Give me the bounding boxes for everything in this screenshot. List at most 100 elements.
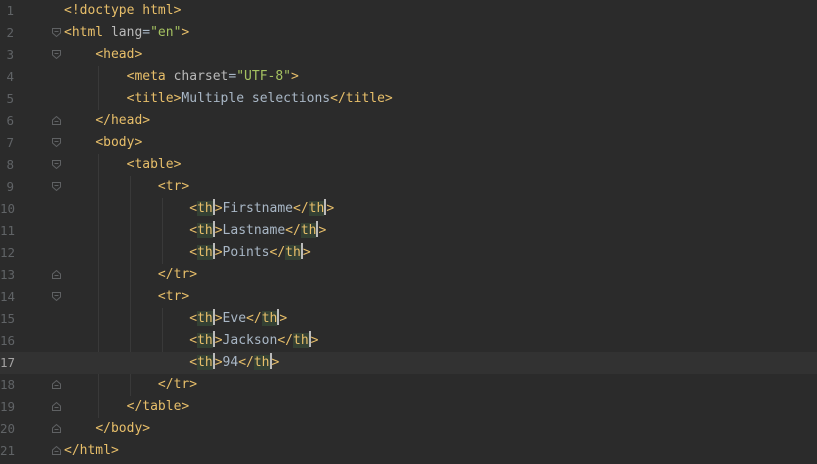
code-token: >: [214, 201, 223, 216]
code-line[interactable]: 6 </head>: [0, 110, 817, 132]
code-line[interactable]: 12 <th >Points</th >: [0, 242, 817, 264]
code-text[interactable]: </head>: [64, 110, 150, 132]
code-editor[interactable]: 1 <!doctype html> 2 <html lang="en"> 3 <head…: [0, 0, 817, 464]
code-line[interactable]: 19 </table>: [0, 396, 817, 418]
code-token: Multiple selections: [181, 91, 331, 106]
code-token: >: [181, 25, 190, 40]
code-line[interactable]: 16 <th >Jackson</th >: [0, 330, 817, 352]
code-token: <title>: [126, 91, 182, 106]
line-number: 10: [0, 201, 16, 216]
fold-marker-icon[interactable]: [52, 182, 61, 191]
code-line[interactable]: 5 <title>Multiple selections</title>: [0, 88, 817, 110]
code-token: >: [214, 355, 223, 370]
selection-highlight: th: [300, 223, 317, 238]
code-token: Jackson: [222, 333, 278, 348]
code-token: <tr>: [157, 289, 190, 304]
fold-marker-icon[interactable]: [52, 160, 61, 169]
line-number: 6: [6, 113, 14, 128]
code-line[interactable]: 21 </html>: [0, 440, 817, 462]
code-token: </head>: [95, 113, 151, 128]
code-text[interactable]: </html>: [64, 440, 119, 462]
line-number: 8: [6, 157, 14, 172]
code-token: <: [189, 311, 198, 326]
code-token: <head>: [95, 47, 143, 62]
fold-marker-icon[interactable]: [52, 292, 61, 301]
code-text[interactable]: <th >Firstname</th >: [64, 198, 334, 220]
code-token: <: [189, 355, 198, 370]
code-text[interactable]: <th >Points</th >: [64, 242, 311, 264]
code-line[interactable]: 10 <th >Firstname</th >: [0, 198, 817, 220]
code-token: Firstname: [222, 201, 293, 216]
line-number: 18: [0, 377, 16, 392]
line-number: 9: [6, 179, 14, 194]
code-line[interactable]: 7 <body>: [0, 132, 817, 154]
code-text[interactable]: </body>: [64, 418, 150, 440]
line-number: 5: [6, 91, 14, 106]
code-text[interactable]: <head>: [64, 44, 142, 66]
code-token: </table>: [126, 399, 190, 414]
fold-marker-icon[interactable]: [52, 138, 61, 147]
code-line[interactable]: 3 <head>: [0, 44, 817, 66]
selection-highlight: th: [197, 201, 213, 216]
code-token: </: [285, 223, 301, 238]
code-text[interactable]: <html lang="en">: [64, 22, 189, 44]
code-token: <: [189, 333, 198, 348]
code-token: 94: [222, 355, 239, 370]
code-line[interactable]: 4 <meta charset="UTF-8">: [0, 66, 817, 88]
fold-marker-icon[interactable]: [52, 402, 61, 411]
code-text[interactable]: <title>Multiple selections</title>: [64, 88, 393, 110]
code-line[interactable]: 15 <th >Eve</th >: [0, 308, 817, 330]
code-line[interactable]: 20 </body>: [0, 418, 817, 440]
fold-marker-icon[interactable]: [52, 116, 61, 125]
code-text[interactable]: <tr>: [64, 286, 189, 308]
code-token: >: [214, 223, 223, 238]
fold-marker-icon[interactable]: [52, 446, 61, 455]
code-line[interactable]: 17 <th >94</th >: [0, 352, 817, 374]
code-text[interactable]: <th >Jackson</th >: [64, 330, 318, 352]
code-token: lang: [110, 25, 143, 40]
code-token: Points: [222, 245, 270, 260]
code-text[interactable]: <th >Lastname</th >: [64, 220, 326, 242]
fold-marker-icon[interactable]: [52, 424, 61, 433]
fold-marker-icon[interactable]: [52, 270, 61, 279]
code-line[interactable]: 13 </tr>: [0, 264, 817, 286]
code-text[interactable]: </tr>: [64, 374, 197, 396]
line-number: 2: [6, 25, 14, 40]
code-text[interactable]: </table>: [64, 396, 190, 418]
code-line[interactable]: 9 <tr>: [0, 176, 817, 198]
line-number: 3: [6, 47, 14, 62]
code-token: <body>: [95, 135, 143, 150]
code-line[interactable]: 8 <table>: [0, 154, 817, 176]
code-text[interactable]: <table>: [64, 154, 182, 176]
code-token: </: [269, 245, 286, 260]
code-line[interactable]: 18 </tr>: [0, 374, 817, 396]
code-line[interactable]: 14 <tr>: [0, 286, 817, 308]
code-token: <: [189, 201, 198, 216]
code-text[interactable]: <th >94</th >: [64, 352, 279, 374]
code-line[interactable]: 2 <html lang="en">: [0, 22, 817, 44]
code-token: >: [214, 311, 223, 326]
code-token: <meta: [126, 69, 174, 84]
code-text[interactable]: <meta charset="UTF-8">: [64, 66, 299, 88]
fold-marker-icon[interactable]: [52, 380, 61, 389]
code-text[interactable]: <body>: [64, 132, 142, 154]
code-text[interactable]: <!doctype html>: [64, 0, 181, 22]
code-text[interactable]: <th >Eve</th >: [64, 308, 287, 330]
code-token: Eve: [222, 311, 247, 326]
code-token: </html>: [64, 443, 119, 458]
fold-marker-icon[interactable]: [52, 28, 61, 37]
line-number: 11: [0, 223, 16, 238]
code-text[interactable]: <tr>: [64, 176, 189, 198]
fold-marker-icon[interactable]: [52, 50, 61, 59]
code-line[interactable]: 11 <th >Lastname</th >: [0, 220, 817, 242]
code-text[interactable]: </tr>: [64, 264, 197, 286]
code-line[interactable]: 1 <!doctype html>: [0, 0, 817, 22]
